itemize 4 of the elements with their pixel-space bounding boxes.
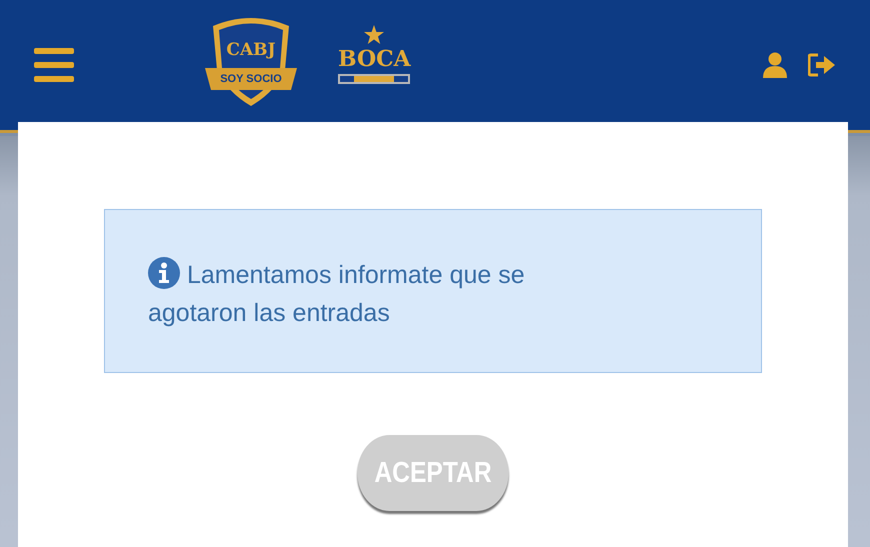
crest-initials: CABJ [225,40,277,60]
boca-wordmark: BOCA [338,47,411,71]
alert-message: Lamentamos informate que se agotaron las entradas [148,256,608,332]
crest-ribbon-text: SOY SOCIO [219,73,283,85]
